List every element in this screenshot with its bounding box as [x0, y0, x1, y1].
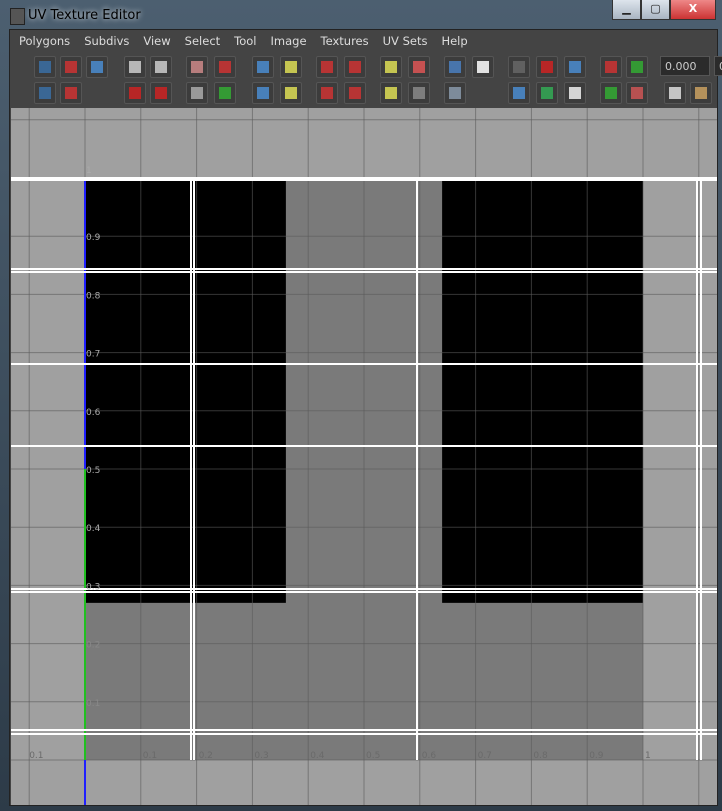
- rotate-cw-icon[interactable]: [150, 82, 172, 104]
- select-shell-icon[interactable]: [380, 56, 402, 78]
- v-tick-label: 0.4: [86, 524, 101, 534]
- menu-tool[interactable]: Tool: [234, 34, 256, 48]
- bake-icon[interactable]: [600, 82, 622, 104]
- rotate-ccw-icon[interactable]: [124, 82, 146, 104]
- unfold-icon[interactable]: [252, 82, 274, 104]
- grow-selection-icon[interactable]: [408, 56, 430, 78]
- dim-image-icon[interactable]: [444, 82, 466, 104]
- tweak-uv-icon[interactable]: [86, 56, 108, 78]
- flip-v-icon[interactable]: [150, 56, 172, 78]
- menu-polygons[interactable]: Polygons: [19, 34, 70, 48]
- texture-black-left: [85, 178, 286, 603]
- paste-uvs-icon[interactable]: [690, 82, 712, 104]
- grid-uv-icon[interactable]: [280, 56, 302, 78]
- u-tick-label: 0.4: [310, 751, 325, 761]
- texture-borders-icon[interactable]: [508, 82, 530, 104]
- snap-icon[interactable]: [536, 56, 558, 78]
- display-image-icon[interactable]: [444, 56, 466, 78]
- flip-u-icon[interactable]: [124, 56, 146, 78]
- unitize-icon[interactable]: [214, 82, 236, 104]
- u-tick-label: 0.6: [422, 751, 437, 761]
- v-tick-label: 1: [86, 166, 92, 176]
- align-max-v-icon[interactable]: [344, 82, 366, 104]
- v-tick-label: 0.6: [86, 408, 101, 418]
- u-tick-label: 0.9: [589, 751, 604, 761]
- alpha-channel-icon[interactable]: [564, 82, 586, 104]
- sew-uv-icon[interactable]: [214, 56, 236, 78]
- u-tick-label: 0.2: [199, 751, 213, 761]
- uv-viewport[interactable]: 1 0.9 0.8 0.7 0.6 0.5 0.4 0.3 0.2 0.1 0.1 0.1 0.2 0.3…: [11, 108, 717, 805]
- move-uv-shell-icon[interactable]: [60, 56, 82, 78]
- cut-uv-edges-icon[interactable]: [186, 56, 208, 78]
- minimize-button[interactable]: ▁: [612, 0, 641, 20]
- rgb-channels-icon[interactable]: [536, 82, 558, 104]
- copy-uvs-icon[interactable]: [664, 82, 686, 104]
- toolbar: 0.000 0: [20, 55, 722, 109]
- shrink-selection-icon[interactable]: [408, 82, 430, 104]
- v-tick-label: 0.5: [86, 466, 100, 476]
- u-tick-label: 0.1: [143, 751, 157, 761]
- layout-icon[interactable]: [252, 56, 274, 78]
- v-tick-label: 0.3: [86, 582, 100, 592]
- uv-texture-editor-window: UV Texture Editor ▁ ▢ X Polygons Subdivs…: [0, 0, 722, 811]
- psd-icon[interactable]: [626, 56, 648, 78]
- maximize-button[interactable]: ▢: [641, 0, 670, 20]
- uv-grid[interactable]: 1 0.9 0.8 0.7 0.6 0.5 0.4 0.3 0.2 0.1 0.1 0.1 0.2 0.3…: [11, 108, 717, 805]
- u-tick-label: 0.1: [29, 751, 43, 761]
- v-tick-label: 0.1: [86, 699, 100, 709]
- shaded-uv-icon[interactable]: [564, 56, 586, 78]
- normalize-icon[interactable]: [186, 82, 208, 104]
- menu-view[interactable]: View: [143, 34, 170, 48]
- align-min-v-icon[interactable]: [316, 82, 338, 104]
- menu-textures[interactable]: Textures: [321, 34, 369, 48]
- uv-lattice-icon[interactable]: [34, 56, 56, 78]
- u-tick-label: 1: [645, 751, 651, 761]
- u-tick-label: 0.5: [366, 751, 380, 761]
- value-field-2[interactable]: 0: [714, 56, 722, 76]
- menu-select[interactable]: Select: [185, 34, 220, 48]
- grid-display-icon[interactable]: [508, 56, 530, 78]
- v-tick-label: 0.2: [86, 641, 100, 651]
- menu-image[interactable]: Image: [271, 34, 307, 48]
- menu-subdivs[interactable]: Subdivs: [84, 34, 129, 48]
- value-field[interactable]: 0.000: [660, 56, 710, 76]
- menu-bar: Polygons Subdivs View Select Tool Image …: [10, 30, 717, 52]
- update-psd-icon[interactable]: [600, 56, 622, 78]
- close-button[interactable]: X: [670, 0, 716, 20]
- texture-black-right: [442, 178, 643, 603]
- smudge-uv-icon[interactable]: [34, 82, 56, 104]
- u-tick-label: 0.8: [533, 751, 548, 761]
- window-title: UV Texture Editor: [28, 8, 141, 23]
- select-border-icon[interactable]: [380, 82, 402, 104]
- v-tick-label: 0.9: [86, 233, 101, 243]
- relax-icon[interactable]: [280, 82, 302, 104]
- menu-uv-sets[interactable]: UV Sets: [383, 34, 428, 48]
- u-tick-label: 0.3: [254, 751, 268, 761]
- maya-app-icon: [10, 8, 25, 25]
- checker-icon[interactable]: [472, 56, 494, 78]
- u-tick-label: 0.7: [478, 751, 492, 761]
- checker-tiles-icon[interactable]: [626, 82, 648, 104]
- menu-help[interactable]: Help: [441, 34, 467, 48]
- cut-uv-icon[interactable]: [60, 82, 82, 104]
- align-max-u-icon[interactable]: [344, 56, 366, 78]
- v-tick-label: 0.8: [86, 291, 101, 301]
- align-min-u-icon[interactable]: [316, 56, 338, 78]
- v-tick-label: 0.7: [86, 350, 100, 360]
